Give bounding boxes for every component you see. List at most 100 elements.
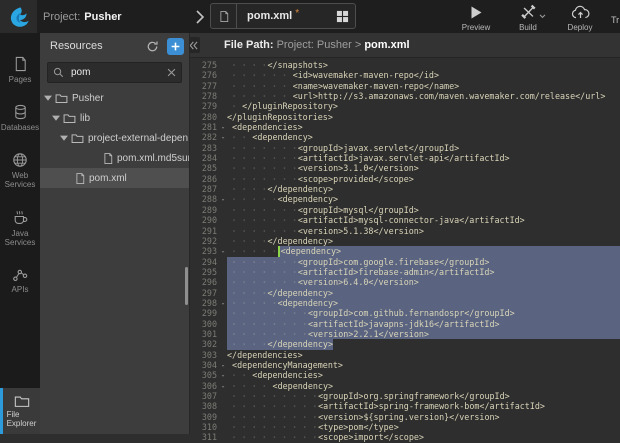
tree-item-pusher[interactable]: Pusher <box>40 88 189 108</box>
code-line-293[interactable]: 293-<dependency> <box>190 246 620 256</box>
sidebar-item-pages[interactable]: Pages <box>0 56 40 84</box>
fold-marker[interactable]: - <box>219 298 227 308</box>
code-line-291[interactable]: 291<version>5.1.38</version> <box>190 226 620 236</box>
sidebar-item-apis[interactable]: APIs <box>0 267 40 294</box>
fold-marker[interactable]: - <box>219 122 227 132</box>
preview-button[interactable]: Preview <box>457 4 495 32</box>
sidebar-item-file-explorer[interactable]: FileExplorer <box>0 388 40 434</box>
fold-marker <box>219 277 227 287</box>
deploy-button[interactable]: Deploy <box>561 4 599 32</box>
code-line-287[interactable]: 287</dependency> <box>190 184 620 194</box>
play-icon <box>469 5 483 20</box>
fold-marker[interactable]: - <box>219 370 227 380</box>
code-text: <scope>provided</scope> <box>298 174 414 184</box>
code-line-283[interactable]: 283<groupId>javax.servlet</groupId> <box>190 143 620 153</box>
tab-file-icon-button[interactable] <box>211 4 237 28</box>
code-line-300[interactable]: 300<artifactId>javapns-jdk16</artifactId… <box>190 319 620 329</box>
line-number: 306 <box>190 381 219 391</box>
tree-item-lib[interactable]: lib <box>40 108 189 128</box>
code-line-307[interactable]: 307<groupId>org.springframework</groupId… <box>190 391 620 401</box>
line-number: 301 <box>190 329 219 339</box>
tree-item-project-external-depen[interactable]: project-external-depen <box>40 128 189 148</box>
tree-item-pom-xml[interactable]: pom.xml <box>40 168 189 188</box>
fold-marker <box>219 184 227 194</box>
code-line-290[interactable]: 290<artifactId>mysql-connector-java</art… <box>190 215 620 225</box>
code-line-304[interactable]: 304-<dependencyManagement> <box>190 360 620 370</box>
tab-pom-xml[interactable]: pom.xml * <box>237 4 329 28</box>
code-line-281[interactable]: 281-<dependencies> <box>190 122 620 132</box>
fold-marker <box>219 308 227 318</box>
indent-guide <box>227 319 308 329</box>
indent-guide <box>227 267 298 277</box>
panel-title: Resources <box>50 40 146 52</box>
fold-marker <box>219 339 227 349</box>
code-line-301[interactable]: 301<version>2.2.1</version> <box>190 329 620 339</box>
code-line-289[interactable]: 289<groupId>mysql</groupId> <box>190 205 620 215</box>
code-line-298[interactable]: 298-<dependency> <box>190 298 620 308</box>
code-line-275[interactable]: 275</snapshots> <box>190 60 620 70</box>
sidebar-item-java-services[interactable]: JavaServices <box>0 209 40 247</box>
search-icon <box>53 67 64 78</box>
fold-marker <box>219 163 227 173</box>
app-logo[interactable] <box>0 0 37 33</box>
code-line-292[interactable]: 292</dependency> <box>190 236 620 246</box>
tools-icon <box>520 4 537 20</box>
code-line-276[interactable]: 276<id>wavemaker-maven-repo</id> <box>190 70 620 80</box>
fold-marker[interactable]: - <box>219 381 227 391</box>
code-line-310[interactable]: 310<type>pom</type> <box>190 422 620 432</box>
tree-item-label: pom.xml <box>89 173 127 184</box>
code-line-279[interactable]: 279</pluginRepository> <box>190 101 620 111</box>
code-line-302[interactable]: 302</dependency> <box>190 339 620 349</box>
code-line-295[interactable]: 295<artifactId>firebase-admin</artifactI… <box>190 267 620 277</box>
code-line-309[interactable]: 309<version>${spring.version}</version> <box>190 412 620 422</box>
clipped-topbar-button[interactable]: Tr <box>611 15 619 25</box>
code-line-288[interactable]: 288-<dependency> <box>190 194 620 204</box>
line-number: 302 <box>190 339 219 349</box>
code-text: <version>6.4.0</version> <box>298 277 419 287</box>
fold-marker[interactable]: - <box>219 132 227 142</box>
code-line-296[interactable]: 296<version>6.4.0</version> <box>190 277 620 287</box>
code-line-299[interactable]: 299<groupId>com.github.fernandospr</grou… <box>190 308 620 318</box>
indent-guide <box>227 81 293 91</box>
search-input[interactable] <box>69 66 167 79</box>
refresh-icon[interactable] <box>146 40 159 53</box>
code-line-286[interactable]: 286<scope>provided</scope> <box>190 174 620 184</box>
add-resource-button[interactable] <box>167 38 184 55</box>
code-text: </dependency> <box>267 288 333 298</box>
build-button[interactable]: Build <box>509 4 547 32</box>
fold-marker[interactable]: - <box>219 246 227 256</box>
tree-item-pom-xml-md5sum[interactable]: pom.xml.md5sum <box>40 148 189 168</box>
code-area[interactable]: 275</snapshots>276<id>wavemaker-maven-re… <box>190 58 620 443</box>
line-number: 303 <box>190 350 219 360</box>
clear-search-icon[interactable] <box>167 68 176 77</box>
code-line-282[interactable]: 282-<dependency> <box>190 132 620 142</box>
line-number: 281 <box>190 122 219 132</box>
tab-file-name: pom.xml <box>247 10 292 22</box>
fold-marker <box>219 101 227 111</box>
code-line-294[interactable]: 294<groupId>com.google.firebase</groupId… <box>190 257 620 267</box>
action-label: Build <box>519 23 537 32</box>
topbar-actions: Preview Build Deploy <box>457 4 599 32</box>
panel-scrollbar[interactable] <box>185 267 188 305</box>
triangle-down-icon <box>60 134 68 142</box>
indent-guide <box>227 339 267 349</box>
code-line-285[interactable]: 285<version>3.1.0</version> <box>190 163 620 173</box>
code-line-306[interactable]: 306-<dependency> <box>190 381 620 391</box>
code-line-303[interactable]: 303</dependencies> <box>190 350 620 360</box>
indent-guide <box>227 257 298 267</box>
code-line-284[interactable]: 284<artifactId>javax.servlet-api</artifa… <box>190 153 620 163</box>
code-line-305[interactable]: 305-<dependencies> <box>190 370 620 380</box>
indent-guide <box>227 60 267 70</box>
sidebar-item-web-services[interactable]: WebServices <box>0 152 40 189</box>
fold-marker[interactable]: - <box>219 360 227 370</box>
sidebar-item-databases[interactable]: Databases <box>0 104 40 132</box>
tab-switcher-button[interactable] <box>329 4 355 28</box>
indent-guide <box>227 215 298 225</box>
code-line-308[interactable]: 308<artifactId>spring-framework-bom</art… <box>190 401 620 411</box>
code-line-297[interactable]: 297</dependency> <box>190 288 620 298</box>
code-line-280[interactable]: 280</pluginRepositories> <box>190 112 620 122</box>
code-line-278[interactable]: 278<url>http://s3.amazonaws.com/maven.wa… <box>190 91 620 101</box>
page-icon <box>13 56 28 72</box>
code-line-277[interactable]: 277<name>wavemaker-maven-repo</name> <box>190 81 620 91</box>
fold-marker[interactable]: - <box>219 194 227 204</box>
